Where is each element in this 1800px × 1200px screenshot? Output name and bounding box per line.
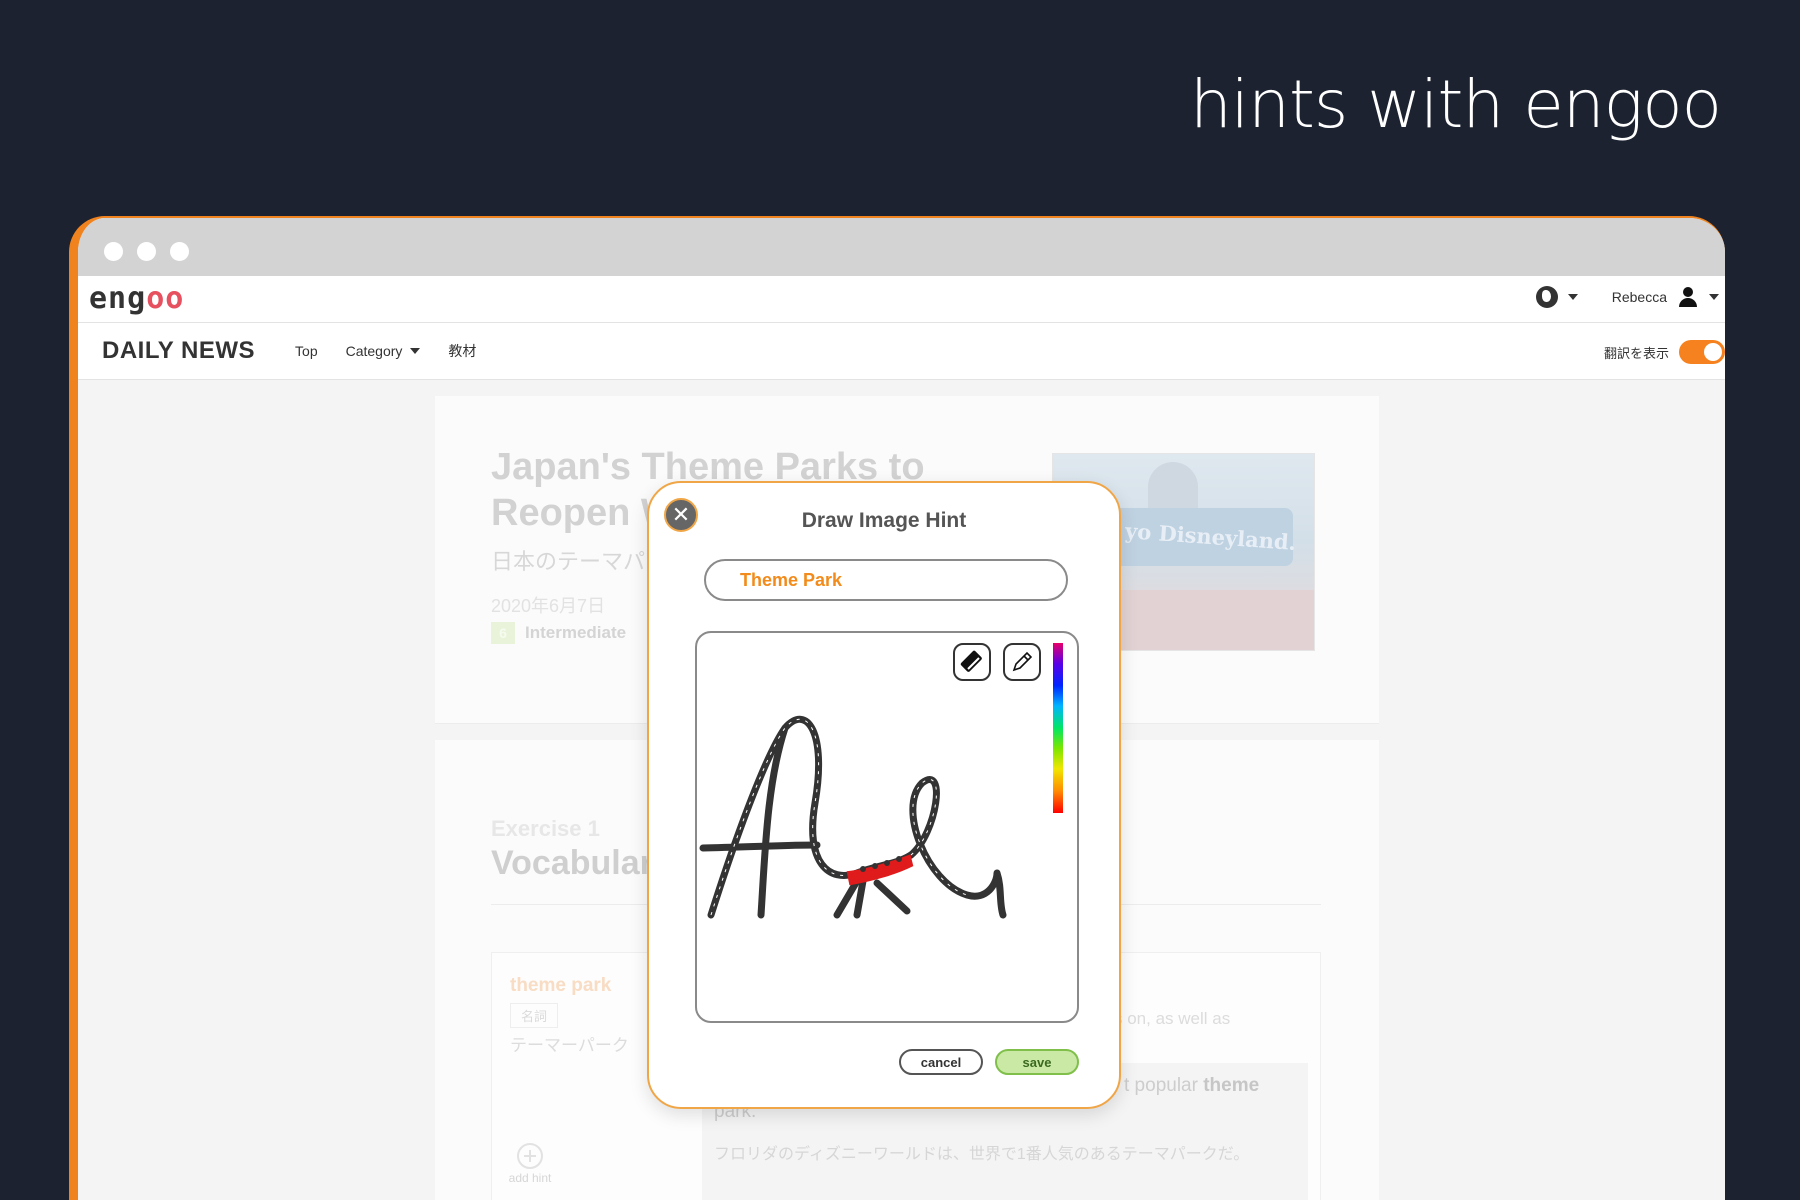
example-prefix: t popular (1124, 1075, 1204, 1096)
logo-prefix: eng (89, 281, 147, 316)
add-hint-button[interactable]: add hint (508, 1143, 552, 1185)
article-level: 6 Intermediate (491, 622, 626, 644)
nav-materials-label: 教材 (448, 343, 477, 359)
nav-top-label: Top (295, 343, 318, 359)
coaster-car (846, 854, 914, 886)
cancel-button[interactable]: cancel (899, 1049, 983, 1075)
user-name[interactable]: Rebecca (1612, 289, 1667, 305)
eraser-tool-button[interactable] (953, 643, 991, 681)
coaster-support-1 (833, 877, 861, 919)
nav-category-label: Category (345, 343, 403, 359)
pencil-icon (1012, 651, 1033, 672)
vocab-translation: テーマーパーク (510, 1036, 629, 1055)
eraser-icon (960, 650, 982, 672)
add-hint-label: add hint (508, 1171, 552, 1185)
article-subtitle: 日本のテーマパ (491, 549, 646, 574)
logo-suffix: oo (146, 281, 185, 316)
exercise-title: Vocabular (491, 844, 653, 882)
example-translation: フロリダのディズニーワールドは、世界で1番人気のあるテーマパークだ。 (714, 1146, 1250, 1163)
level-label: Intermediate (525, 623, 627, 642)
coaster-support-3 (873, 879, 911, 915)
window-dot-minimize[interactable] (137, 242, 156, 261)
save-button[interactable]: save (995, 1049, 1079, 1075)
translate-toggle-group: 翻訳を表示 (1604, 340, 1725, 364)
chevron-down-icon[interactable] (1567, 294, 1578, 300)
vocab-part-of-speech: 名詞 (510, 1003, 559, 1028)
translate-label: 翻訳を表示 (1603, 345, 1669, 361)
user-menu-chevron-icon[interactable] (1709, 294, 1719, 300)
coaster-track-crossbar (699, 841, 821, 852)
window-controls (104, 242, 189, 261)
topbar: engoo Rebecca (78, 276, 1725, 323)
globe-icon[interactable] (1535, 286, 1558, 308)
article-date: 2020年6月7日 (491, 596, 606, 616)
topbar-right: Rebecca (1535, 286, 1719, 308)
modal-actions: cancel save (899, 1049, 1079, 1075)
color-picker-bar[interactable] (1053, 643, 1063, 813)
level-badge: 6 (491, 622, 515, 644)
window-dot-close[interactable] (104, 242, 123, 261)
coaster-track-loop (907, 776, 1007, 919)
draw-hint-modal: ✕ Draw Image Hint Theme Park cancel save (647, 481, 1121, 1109)
translate-toggle[interactable] (1679, 340, 1725, 364)
category-chevron-icon (410, 348, 421, 354)
pencil-tool-button[interactable] (1003, 643, 1041, 681)
brand-title[interactable]: DAILY NEWS (102, 337, 255, 365)
nav-links: Top Category 教材 (295, 341, 476, 361)
promo-title: hints with engoo (1189, 66, 1722, 143)
plus-icon (517, 1143, 543, 1169)
drawing-strokes (699, 715, 1007, 919)
drawing-canvas[interactable] (695, 631, 1079, 1023)
modal-title: Draw Image Hint (801, 509, 967, 532)
vocab-word: theme park (510, 975, 612, 996)
engoo-logo[interactable]: engoo (89, 281, 184, 316)
navbar: DAILY NEWS Top Category 教材 翻訳を表示 (78, 323, 1725, 380)
exercise-label: Exercise 1 (491, 816, 600, 841)
vocab-definition: s on, as well as (1114, 1009, 1231, 1028)
user-icon[interactable] (1677, 286, 1699, 308)
window-dot-maximize[interactable] (170, 242, 189, 261)
nav-top[interactable]: Top (295, 343, 318, 359)
hint-name-input[interactable]: Theme Park (704, 559, 1068, 601)
nav-category[interactable]: Category (346, 343, 421, 359)
nav-materials[interactable]: 教材 (448, 341, 476, 361)
browser-chrome (78, 218, 1725, 276)
example-sentence: t popular theme (1124, 1075, 1259, 1097)
example-bold: theme (1203, 1075, 1260, 1096)
